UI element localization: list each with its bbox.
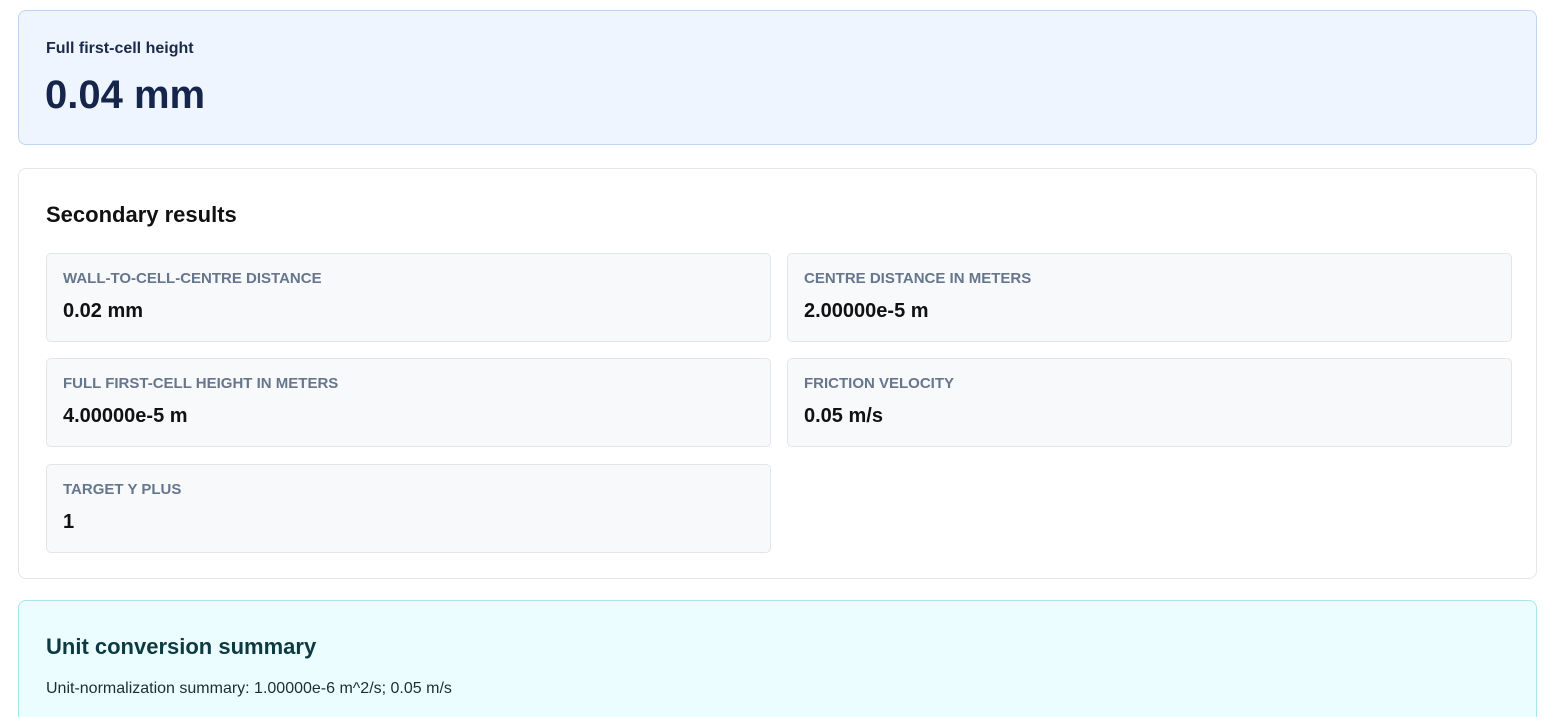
metric-label: Wall-to-cell-centre distance xyxy=(63,270,322,287)
unit-conversion-title: Unit conversion summary xyxy=(46,634,317,659)
metric-label: Target y plus xyxy=(63,481,182,498)
results-page: Full first-cell height 0.04 mm Secondary… xyxy=(0,0,1548,717)
metric-label: Centre distance in meters xyxy=(804,270,1032,287)
primary-result-card: Full first-cell height 0.04 mm xyxy=(18,10,1537,145)
metric-friction-velocity: Friction velocity 0.05 m/s xyxy=(787,358,1512,447)
metric-value: 4.00000e-5 m xyxy=(63,405,188,427)
metric-target-y-plus: Target y plus 1 xyxy=(46,464,771,553)
metric-value: 0.02 mm xyxy=(63,300,144,322)
metric-label: Full first-cell height in meters xyxy=(63,375,339,392)
unit-conversion-card: Unit conversion summary Unit-normalizati… xyxy=(18,600,1537,717)
metric-value: 1 xyxy=(63,511,75,533)
secondary-results-title: Secondary results xyxy=(46,202,237,227)
metric-value: 0.05 m/s xyxy=(804,405,883,427)
metric-value: 2.00000e-5 m xyxy=(804,300,929,322)
metric-centre-distance-in-meters: Centre distance in meters 2.00000e-5 m xyxy=(787,253,1512,342)
metric-label: Friction velocity xyxy=(804,375,954,392)
primary-result-value: 0.04 mm xyxy=(45,73,206,117)
primary-result-label: Full first-cell height xyxy=(46,40,194,57)
metric-wall-to-cell-centre-distance: Wall-to-cell-centre distance 0.02 mm xyxy=(46,253,771,342)
unit-conversion-summary: Unit-normalization summary: 1.00000e-6 m… xyxy=(46,680,452,697)
secondary-results-card: Secondary results Wall-to-cell-centre di… xyxy=(18,168,1537,579)
metric-full-first-cell-height-in-meters: Full first-cell height in meters 4.00000… xyxy=(46,358,771,447)
